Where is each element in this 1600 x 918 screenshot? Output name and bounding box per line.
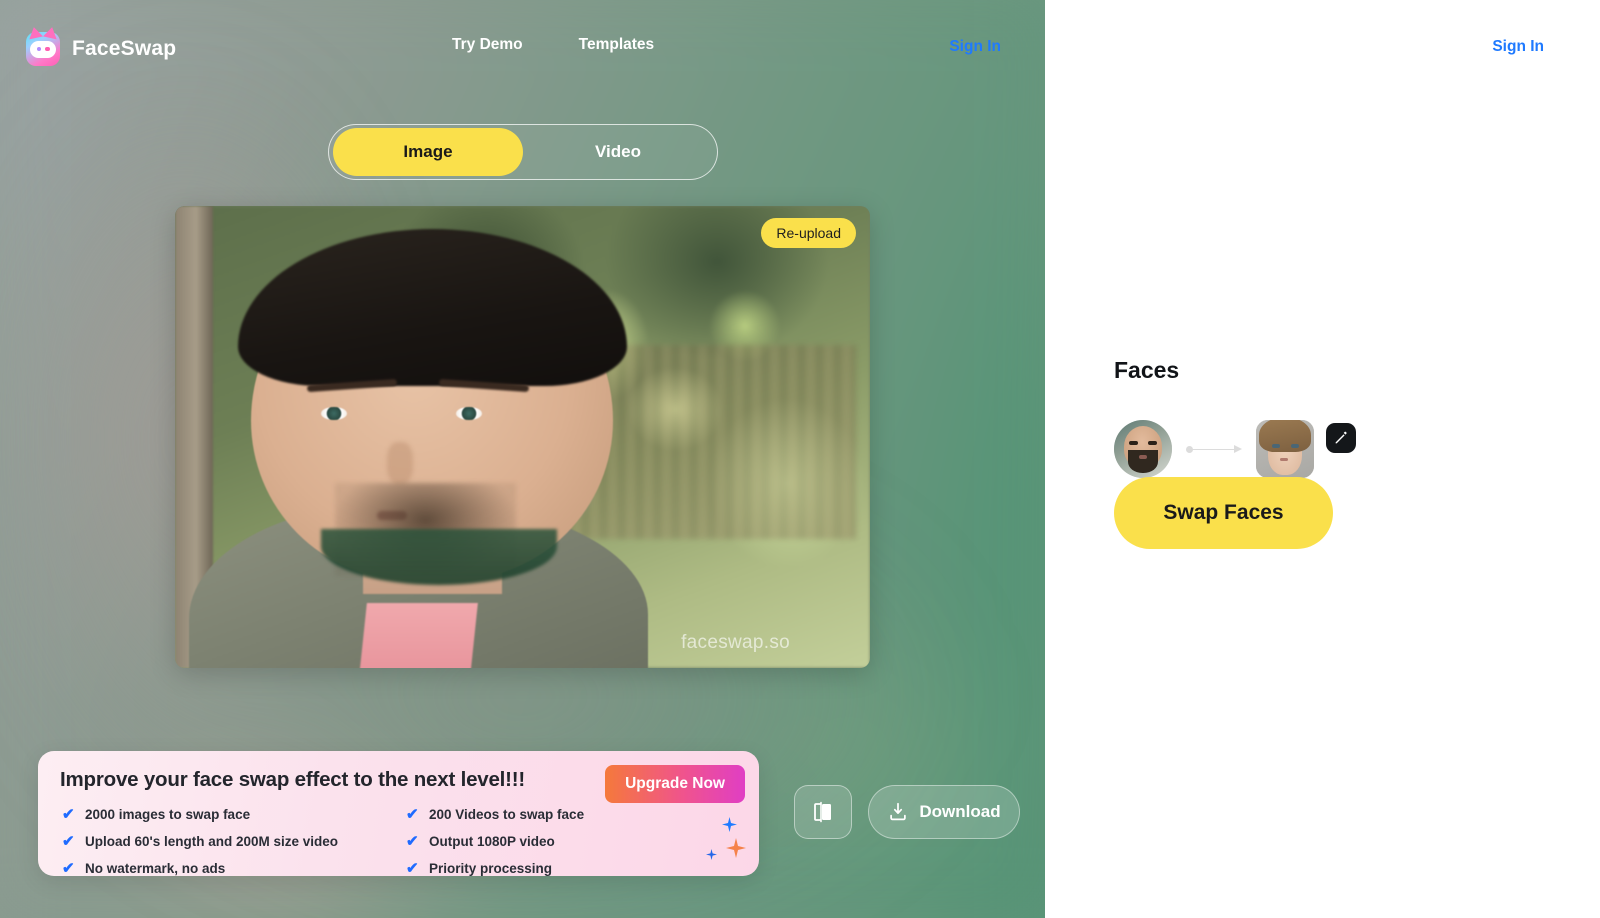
source-face-mouth [1138,454,1148,459]
download-icon [890,802,907,821]
nav-link-try-demo[interactable]: Try Demo [452,36,523,54]
promo-feature-label: No watermark, no ads [85,861,226,876]
image-preview[interactable]: Re-upload faceswap.so [175,206,870,668]
promo-feature-label: Upload 60's length and 200M size video [85,834,339,849]
brand[interactable]: FaceSwap [26,25,177,66]
logo-eye-left-icon [36,46,41,52]
editor-pane: FaceSwap Try Demo Templates Sign In Imag… [0,0,1045,918]
source-face-beard [1127,450,1159,474]
logo-eye-right-icon [45,46,50,52]
logo-ear-left-icon [27,25,43,40]
nav-link-templates[interactable]: Templates [579,36,655,54]
pencil-edit-icon [1335,431,1347,444]
promo-feature-column-2: ✔ 200 Videos to swap face ✔ Output 1080P… [406,805,584,876]
compare-button[interactable] [794,785,852,839]
compare-split-icon [814,801,831,823]
reupload-button[interactable]: Re-upload [761,218,856,248]
source-face-eye-right [1147,440,1157,445]
photo-nose [386,441,413,484]
source-face-eye-left [1129,440,1139,445]
promo-feature-item: ✔ 200 Videos to swap face [406,805,584,824]
target-face-hair [1259,420,1311,453]
download-label: Download [919,802,1001,821]
sparkle-orange-icon [726,838,746,858]
promo-feature-label: 200 Videos to swap face [429,807,585,822]
logo-face-icon [30,40,56,58]
mode-tab-switch: Image Video [328,124,718,180]
upgrade-now-button[interactable]: Upgrade Now [605,765,745,803]
promo-feature-item: ✔ 2000 images to swap face [62,805,338,824]
arrow-right-icon [1186,444,1242,454]
signin-link-panel[interactable]: Sign In [1492,38,1544,56]
top-navbar: FaceSwap Try Demo Templates Sign In [0,0,1045,98]
cat-face-logo-icon [26,25,60,66]
check-icon: ✔ [406,806,419,823]
promo-feature-label: Priority processing [429,861,553,876]
promo-feature-item: ✔ Priority processing [406,859,584,876]
signin-link-editor[interactable]: Sign In [949,38,1001,56]
promo-feature-item: ✔ Upload 60's length and 200M size video [62,832,338,851]
sparkle-blue-icon [722,817,737,832]
swap-faces-button[interactable]: Swap Faces [1114,477,1333,549]
download-button[interactable]: Download [868,785,1020,839]
target-face-mouth [1280,458,1288,462]
watermark-label: faceswap.so [681,632,790,653]
arrow-line [1192,448,1234,451]
tab-video[interactable]: Video [523,128,713,176]
check-icon: ✔ [406,860,419,876]
faces-title: Faces [1114,357,1180,383]
brand-name: FaceSwap [72,37,177,60]
edit-faces-button[interactable] [1326,423,1356,453]
check-icon: ✔ [62,806,75,823]
nav-links: Try Demo Templates [452,36,654,54]
face-mapping-row [1114,420,1356,478]
promo-feature-item: ✔ Output 1080P video [406,832,584,851]
check-icon: ✔ [62,833,75,850]
photo-eye-left [320,406,347,420]
promo-feature-column-1: ✔ 2000 images to swap face ✔ Upload 60's… [62,805,338,876]
check-icon: ✔ [62,860,75,876]
arrow-head [1234,444,1242,453]
promo-feature-label: Output 1080P video [429,834,555,849]
photo-shirt [358,603,478,668]
logo-ear-right-icon [43,25,59,40]
promo-feature-item: ✔ No watermark, no ads [62,859,338,876]
upgrade-promo-banner: Improve your face swap effect to the nex… [38,751,759,876]
target-face-eye-right [1290,444,1299,449]
promo-title: Improve your face swap effect to the nex… [60,768,526,791]
preview-photo [175,206,870,668]
source-face-thumbnail[interactable] [1114,420,1172,478]
faces-panel: Sign In Faces Swap Faces [1045,0,1600,918]
promo-feature-label: 2000 images to swap face [85,807,251,822]
check-icon: ✔ [406,833,419,850]
target-face-thumbnail[interactable] [1256,420,1314,478]
app-root: FaceSwap Try Demo Templates Sign In Imag… [0,0,1600,918]
tab-image[interactable]: Image [333,128,523,176]
sparkle-blue-small-icon [706,849,717,860]
